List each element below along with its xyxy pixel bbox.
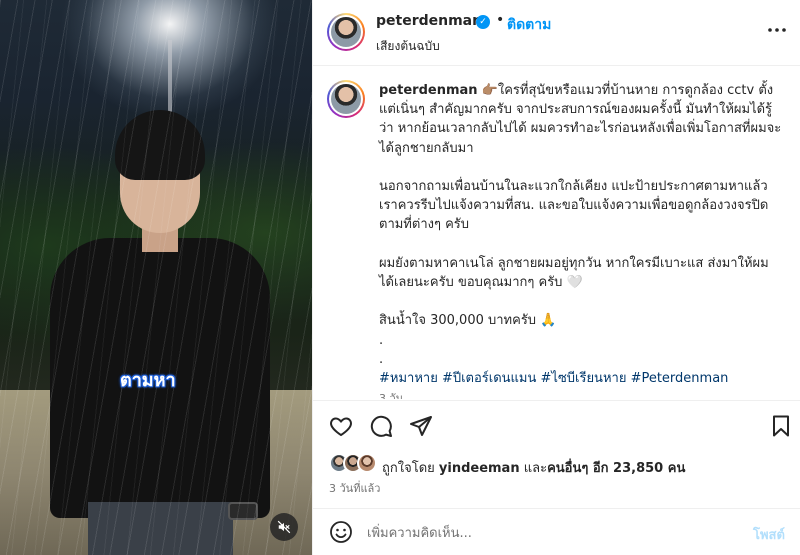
likes-user[interactable]: yindeeman xyxy=(439,461,520,476)
avatar-border xyxy=(329,15,363,49)
emoji-button[interactable] xyxy=(329,520,353,544)
post-video[interactable]: ตามหา xyxy=(0,0,312,555)
emoji-icon xyxy=(330,521,352,543)
caption-paragraph-2: นอกจากถามเพื่อนบ้านในละแวกใกล้เคียง แปะป… xyxy=(379,179,772,233)
comment-button[interactable] xyxy=(369,414,395,440)
caption-dot: . xyxy=(379,332,384,348)
likes-prefix: ถูกใจโดย xyxy=(382,461,435,476)
avatar-photo xyxy=(331,17,361,47)
save-button[interactable] xyxy=(769,414,795,440)
follow-button[interactable]: ติดตาม xyxy=(507,14,551,36)
likes-text[interactable]: ถูกใจโดย yindeeman และคนอื่นๆ อีก 23,850… xyxy=(382,457,685,478)
header-username[interactable]: peterdenman xyxy=(376,13,482,29)
likes-others-count[interactable]: คนอื่นๆ อีก 23,850 คน xyxy=(547,461,685,476)
caption-reward: สินน้ำใจ 300,000 บาทครับ 🙏 xyxy=(379,313,557,329)
video-overlay-text: ตามหา xyxy=(120,370,176,391)
likes-summary: ถูกใจโดย yindeeman และคนอื่นๆ อีก 23,850… xyxy=(313,450,800,480)
post-header: peterdenman ✓ • ติดตาม เสียงต้นฉบับ xyxy=(313,0,800,66)
more-options-button[interactable] xyxy=(765,18,789,42)
mute-button[interactable] xyxy=(270,513,298,541)
like-button[interactable] xyxy=(329,414,355,440)
comment-bar: โพสต์ xyxy=(313,508,800,555)
heart-icon xyxy=(330,417,352,437)
comment-input[interactable] xyxy=(367,522,727,544)
likes-middle: และ xyxy=(523,461,548,476)
caption-avatar[interactable] xyxy=(327,80,365,118)
avatar[interactable] xyxy=(327,13,365,51)
bookmark-icon xyxy=(773,415,789,437)
caption-time: 3 วัน xyxy=(379,392,404,399)
original-audio-link[interactable]: เสียงต้นฉบับ xyxy=(376,37,440,56)
caption-dot: . xyxy=(379,351,384,367)
avatar-border xyxy=(329,82,363,116)
liker-avatar[interactable] xyxy=(357,453,377,473)
more-horizontal-icon xyxy=(768,28,786,32)
post-timestamp[interactable]: 3 วันที่แล้ว xyxy=(329,479,380,497)
send-icon xyxy=(410,416,432,436)
caption-section: peterdenman 👉🏽ใครที่สุนัขหรือแมวที่บ้านห… xyxy=(313,67,800,399)
caption-paragraph-3: ผมยังตามหาคาเนโล่ ลูกชายผมอยู่ทุกวัน หาก… xyxy=(379,255,769,291)
header-separator: • xyxy=(496,12,505,28)
post-side-panel: peterdenman ✓ • ติดตาม เสียงต้นฉบับ pete… xyxy=(312,0,800,555)
post-comment-button[interactable]: โพสต์ xyxy=(753,524,785,545)
pointing-emoji: 👉🏽 xyxy=(481,83,498,98)
caption-username[interactable]: peterdenman xyxy=(379,83,478,98)
avatar-photo xyxy=(331,84,361,114)
action-bar xyxy=(313,400,800,450)
verified-badge-icon: ✓ xyxy=(476,15,490,29)
speaker-muted-icon xyxy=(277,520,291,534)
rain-overlay xyxy=(0,0,312,555)
share-button[interactable] xyxy=(409,414,435,440)
caption-text: peterdenman 👉🏽ใครที่สุนัขหรือแมวที่บ้านห… xyxy=(379,81,783,388)
comment-icon xyxy=(370,415,392,437)
caption-hashtags[interactable]: #หมาหาย #ปีเตอร์เดนแมน #ไซบีเรียนหาย #Pe… xyxy=(379,369,783,388)
